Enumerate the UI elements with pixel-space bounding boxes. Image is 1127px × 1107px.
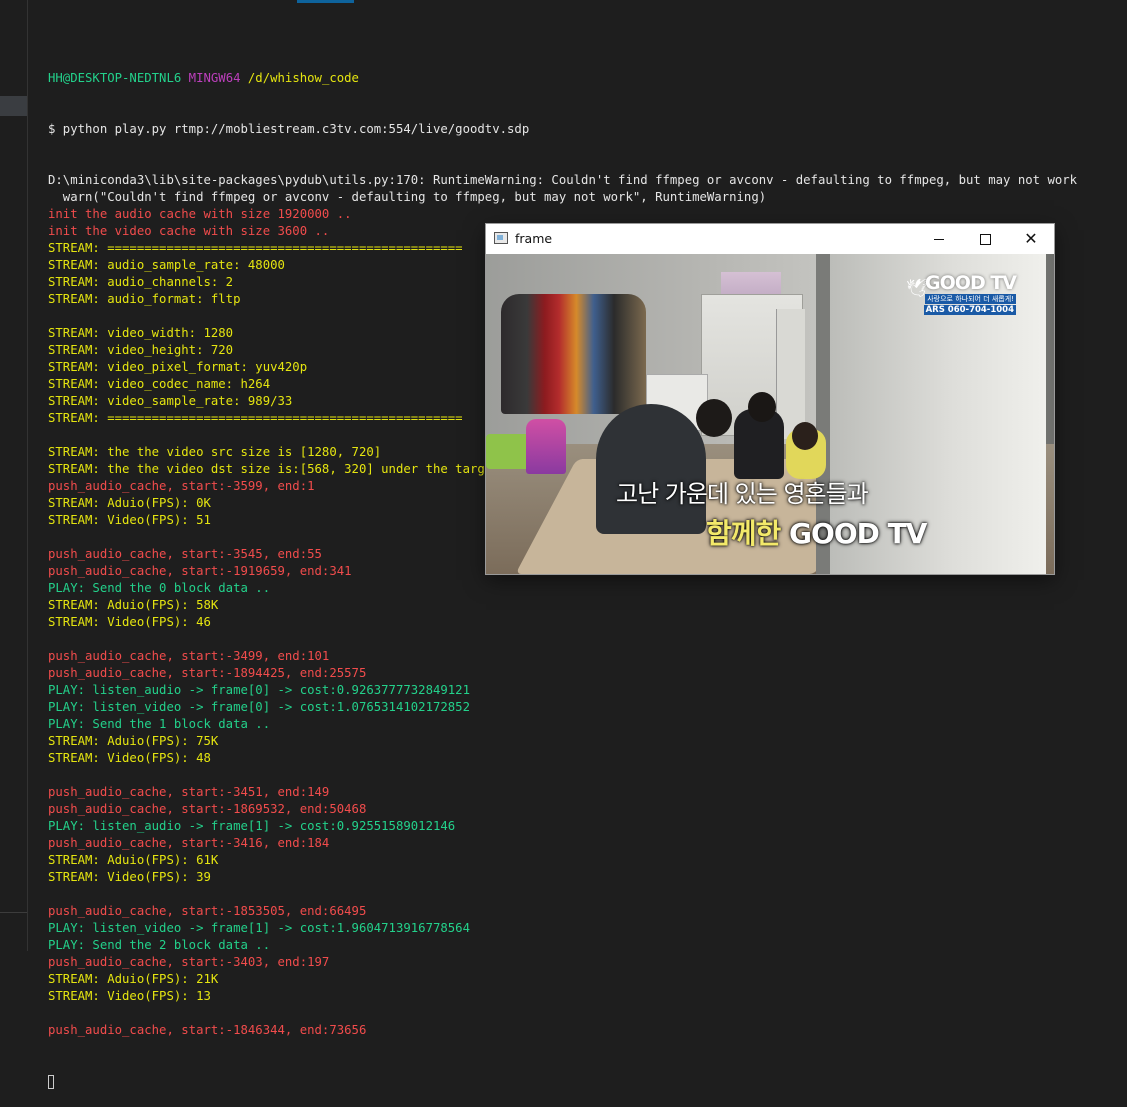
terminal-line: push_audio_cache, start:-1853505, end:66…	[48, 904, 367, 918]
caption-line-2: 함께한 GOOD TV	[706, 512, 927, 552]
prompt-shell: MINGW64	[188, 71, 241, 85]
terminal-line: push_audio_cache, start:-1894425, end:25…	[48, 666, 367, 680]
caption-line-1: 고난 가운데 있는 영혼들과	[616, 480, 869, 508]
left-sidebar-rail	[0, 0, 28, 951]
video-frame: 🕊 GOOD TV 사랑으로 하나되어 더 새롭게! ARS 060-704-1…	[486, 254, 1054, 574]
terminal-line: STREAM: Video(FPS): 46	[48, 615, 211, 629]
scene-toy	[526, 419, 566, 474]
close-icon: ✕	[1024, 229, 1038, 248]
terminal-line: push_audio_cache, start:-3416, end:184	[48, 836, 330, 850]
caption-line-2-highlight: 함께한	[706, 517, 781, 550]
terminal-line: warn("Couldn't find ffmpeg or avconv - d…	[48, 190, 767, 204]
prompt-cwd: /d/whishow_code	[247, 71, 359, 85]
scene-child-1-head	[748, 392, 776, 422]
terminal-line: STREAM: Aduio(FPS): 61K	[48, 853, 219, 867]
terminal-line: PLAY: listen_video -> frame[1] -> cost:1…	[48, 921, 470, 935]
terminal-line: PLAY: Send the 2 block data ..	[48, 938, 271, 952]
terminal-line: PLAY: listen_video -> frame[0] -> cost:1…	[48, 700, 470, 714]
terminal-line: PLAY: listen_audio -> frame[1] -> cost:0…	[48, 819, 456, 833]
prompt-user-host: HH@DESKTOP-NEDTNL6	[48, 71, 182, 85]
sidebar-divider	[0, 912, 27, 913]
terminal-line: push_audio_cache, start:-3451, end:149	[48, 785, 330, 799]
goodtv-logo: 🕊 GOOD TV 사랑으로 하나되어 더 새롭게! ARS 060-704-1…	[906, 272, 1046, 315]
text-cursor	[48, 1074, 54, 1089]
sidebar-active-item[interactable]	[0, 96, 27, 116]
terminal-line: STREAM: Video(FPS): 39	[48, 870, 211, 884]
terminal-line: push_audio_cache, start:-1869532, end:50…	[48, 802, 367, 816]
logo-text: GOOD TV	[925, 272, 1017, 294]
command-line: $ python play.py rtmp://mobliestream.c3t…	[48, 122, 530, 136]
terminal-line: push_audio_cache, start:-1846344, end:73…	[48, 1023, 367, 1037]
prompt-line: HH@DESKTOP-NEDTNL6 MINGW64 /d/whishow_co…	[48, 70, 1127, 87]
maximize-icon	[979, 233, 991, 245]
maximize-button[interactable]	[962, 224, 1008, 254]
terminal-line: push_audio_cache, start:-3403, end:197	[48, 955, 330, 969]
terminal-line: PLAY: Send the 0 block data ..	[48, 581, 271, 595]
app-window-icon	[494, 232, 508, 244]
scene-adult	[596, 404, 706, 534]
logo-tagline: 사랑으로 하나되어 더 새롭게!	[925, 294, 1016, 304]
terminal-line: STREAM: Aduio(FPS): 58K	[48, 598, 219, 612]
terminal-line: D:\miniconda3\lib\site-packages\pydub\ut…	[48, 173, 1078, 187]
terminal-line: push_audio_cache, start:-3499, end:101	[48, 649, 330, 663]
minimize-icon	[934, 238, 944, 240]
minimize-button[interactable]	[916, 224, 962, 254]
terminal-line: PLAY: listen_audio -> frame[0] -> cost:0…	[48, 683, 470, 697]
frame-titlebar[interactable]: frame ✕	[486, 224, 1054, 254]
scene-adult-head	[696, 399, 732, 437]
terminal-line: STREAM: Video(FPS): 48	[48, 751, 211, 765]
caption-line-2-brand: GOOD TV	[780, 517, 927, 550]
terminal-line: STREAM: Aduio(FPS): 75K	[48, 734, 219, 748]
terminal-line: init the audio cache with size 1920000 .…	[48, 207, 352, 221]
terminal-line: STREAM: Video(FPS): 13	[48, 989, 211, 1003]
input-line[interactable]	[48, 1073, 1127, 1090]
window-title: frame	[515, 231, 553, 246]
close-button[interactable]: ✕	[1008, 224, 1054, 254]
terminal-line: PLAY: Send the 1 block data ..	[48, 717, 271, 731]
frame-window[interactable]: frame ✕ 🕊 GOOD TV 사랑으로 하나되어 더 새롭게! ARS 0…	[486, 224, 1054, 574]
terminal-line: STREAM: Aduio(FPS): 21K	[48, 972, 219, 986]
logo-phone: ARS 060-704-1004	[923, 305, 1016, 315]
active-tab-indicator	[297, 0, 354, 3]
scene-child-2-head	[792, 422, 818, 450]
scene-clothes	[501, 294, 646, 414]
